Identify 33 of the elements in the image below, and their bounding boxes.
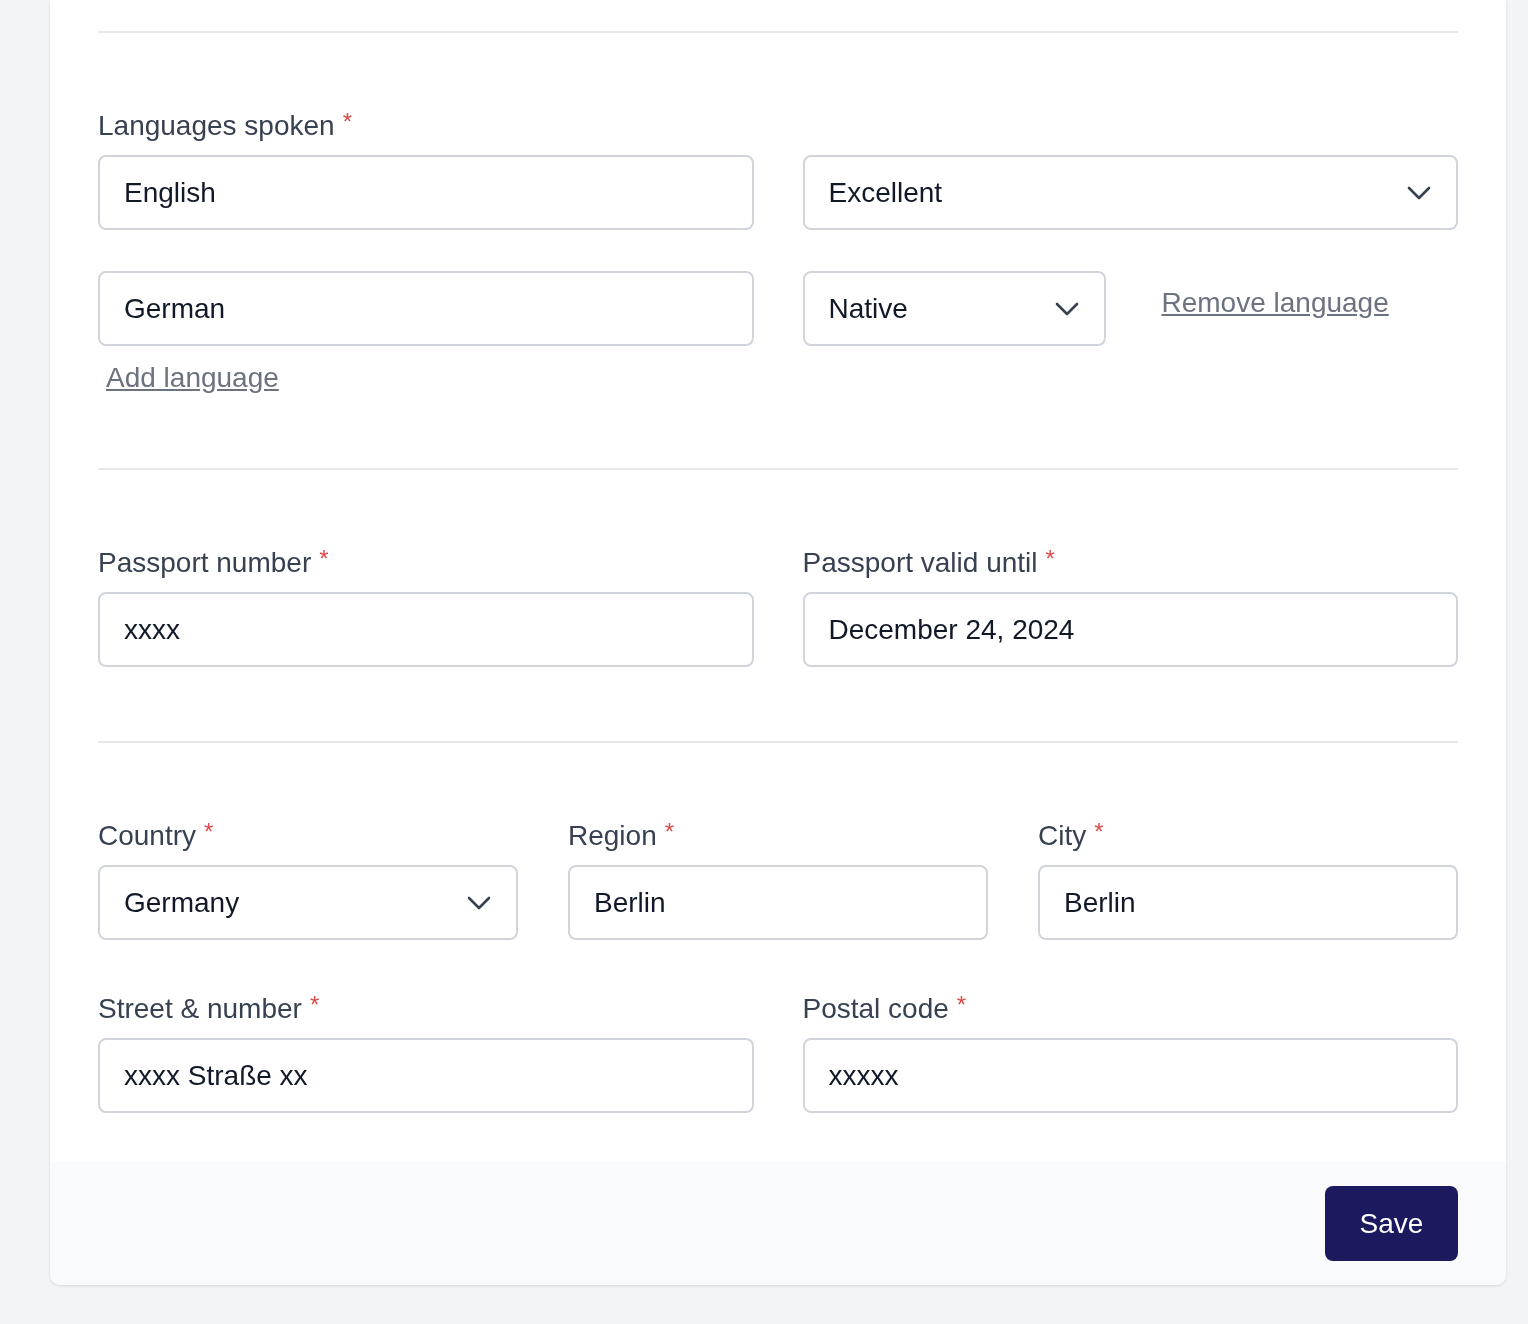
dropdown-field[interactable]: Excellent [802,155,1458,230]
input-field[interactable]: December 24, 2024 [802,592,1458,667]
chevron-down-icon [1053,300,1080,317]
required-mark: * [342,109,352,135]
field-label: Street & number [98,992,302,1026]
required-mark: * [204,819,214,845]
required-mark: * [1094,819,1104,845]
required-mark: * [1045,546,1055,572]
input-field[interactable]: English [98,155,754,230]
field-label: Country [98,819,197,853]
input-field[interactable]: Berlin [1038,865,1458,940]
input-field[interactable]: German [98,271,754,346]
required-mark: * [956,992,967,1018]
input-field[interactable]: xxxx [98,592,754,667]
field-label: City [1038,819,1087,853]
dropdown-field[interactable]: Germany [98,865,518,940]
input-field[interactable]: Berlin [568,865,988,940]
field-label: Region [568,819,657,853]
required-mark: * [319,546,329,572]
field-label: Passport valid until [802,546,1038,580]
field-label: Passport number [98,546,312,580]
save-button[interactable]: Save [1325,1186,1458,1261]
input-field[interactable]: xxxxx [802,1038,1458,1113]
field-label: Postal code [802,992,949,1026]
required-mark: * [664,819,675,845]
add-language-link[interactable]: Add language [106,362,279,394]
chevron-down-icon [1406,184,1432,201]
required-mark: * [309,992,320,1018]
remove-language-link[interactable]: Remove language [1161,287,1389,319]
dropdown-field[interactable]: Native [802,271,1106,346]
field-label: Languages spoken [98,109,335,143]
chevron-down-icon [466,894,492,911]
input-field[interactable]: xxxx Straße xx [98,1038,754,1113]
